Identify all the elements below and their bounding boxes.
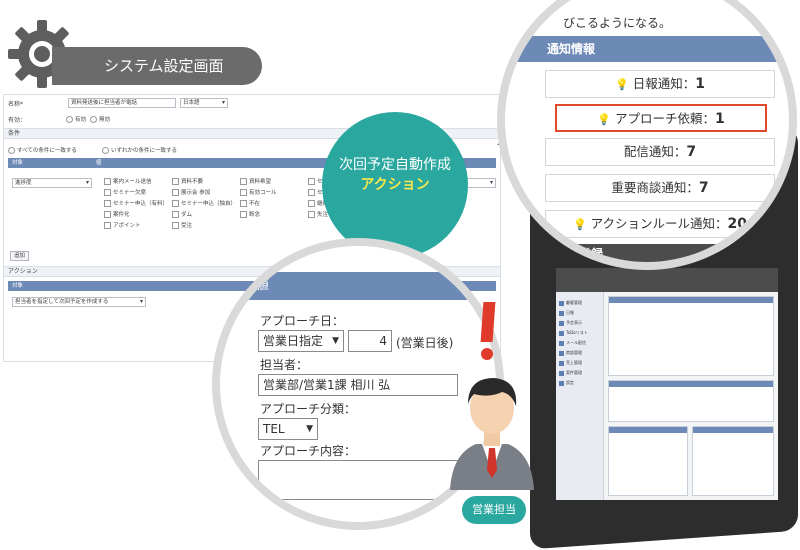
- notification-top-text: びこるようになる。: [563, 16, 672, 30]
- condition-checkbox[interactable]: 失注: [308, 210, 328, 218]
- condition-checkbox[interactable]: アポイント: [104, 221, 141, 229]
- match-any-radio[interactable]: いずれかの条件に一致する: [102, 146, 177, 154]
- name-input[interactable]: 資料発送後に担当者が電話: [68, 98, 176, 108]
- condition-checkbox[interactable]: 有効コール: [240, 188, 277, 196]
- tablet-panel-right: [692, 426, 774, 496]
- tablet-sidebar-item[interactable]: 案件管理: [559, 370, 582, 376]
- condition-checkbox[interactable]: 断念: [240, 210, 260, 218]
- owner-label: 担当者：: [260, 358, 309, 372]
- notification-item[interactable]: 重要商談通知：7: [545, 174, 775, 202]
- action-col-target: 対象: [12, 283, 24, 289]
- condition-checkbox[interactable]: 資料希望: [240, 177, 271, 185]
- notification-label: アクションルール通知：: [590, 216, 728, 231]
- notification-count: 1: [695, 76, 705, 92]
- page-title: システム設定画面: [52, 47, 262, 85]
- value-header: 値: [220, 272, 496, 300]
- condition-checkbox[interactable]: 資料不要: [172, 177, 203, 185]
- condition-checkbox[interactable]: 受注: [172, 221, 192, 229]
- approach-date-select[interactable]: 営業日指定: [258, 330, 344, 352]
- notification-item[interactable]: 💡 日報通知：1: [545, 70, 775, 98]
- notification-item[interactable]: 💡 アプローチ依頼：1: [555, 104, 767, 132]
- approach-content-label: アプローチ内容：: [260, 444, 357, 458]
- bubble-title: 次回予定自動作成: [339, 157, 451, 173]
- approach-days-input[interactable]: 4: [348, 330, 392, 352]
- match-all-radio[interactable]: すべての条件に一致する: [8, 146, 77, 154]
- tablet-screen: 顧客管理日報予定表示 ToDoリスト メール配信商談管理売上管理案件管理設定: [556, 268, 778, 500]
- tablet-panel-list: [608, 380, 774, 422]
- tablet-sidebar: 顧客管理日報予定表示 ToDoリスト メール配信商談管理売上管理案件管理設定: [556, 292, 604, 500]
- valid-radio-off[interactable]: 無効: [90, 115, 110, 123]
- tablet-sidebar-item[interactable]: メール配信: [559, 340, 586, 346]
- condition-checkbox[interactable]: セミナー申込（独自）: [172, 199, 236, 207]
- role-badge: 営業担当: [462, 496, 526, 524]
- condition-checkbox[interactable]: 展示会 参加: [172, 188, 210, 196]
- condition-checkbox[interactable]: ダム: [172, 210, 192, 218]
- condition-checkbox[interactable]: セミナー欠席: [104, 188, 146, 196]
- tablet-sidebar-item[interactable]: ToDoリスト: [559, 330, 588, 336]
- tablet-sidebar-item[interactable]: 設定: [559, 380, 574, 386]
- condition-checkbox[interactable]: 不在: [240, 199, 260, 207]
- notification-label: 日報通知：: [632, 76, 696, 91]
- col-value: 値: [96, 160, 102, 166]
- notification-count: 20: [727, 216, 748, 232]
- owner-input[interactable]: 営業部/営業1課 相川 弘: [258, 374, 458, 396]
- name-label: 名称*: [8, 101, 24, 108]
- lightbulb-icon: 💡: [615, 78, 629, 91]
- exclamation-dot: [481, 348, 493, 360]
- notification-label: 重要商談通知：: [611, 180, 699, 195]
- approach-days-unit: (営業日後): [396, 336, 454, 350]
- tablet-panel-notify: [608, 296, 774, 376]
- target-select[interactable]: 進捗度: [12, 178, 92, 188]
- salesperson-avatar: [450, 378, 534, 490]
- notification-count: 7: [698, 180, 709, 196]
- valid-label: 有効：: [8, 117, 27, 124]
- notification-count: 7: [686, 144, 697, 160]
- tablet-sidebar-item[interactable]: 売上管理: [559, 360, 582, 366]
- language-select[interactable]: 日本語: [180, 98, 228, 108]
- approach-type-select[interactable]: TEL: [258, 418, 318, 440]
- add-button[interactable]: 追加: [10, 251, 30, 261]
- tablet-panel-left: [608, 426, 688, 496]
- notification-item[interactable]: 💡 アクションルール通知：20: [545, 210, 775, 238]
- lightbulb-icon: 💡: [597, 113, 611, 126]
- tablet-sidebar-item[interactable]: 日報: [559, 310, 574, 316]
- notification-header: 通知情報: [505, 36, 789, 62]
- tablet-sidebar-item[interactable]: 顧客管理: [559, 300, 582, 306]
- tablet-header: [556, 268, 778, 292]
- approach-type-label: アプローチ分類：: [260, 402, 357, 416]
- approach-date-label: アプローチ日：: [260, 314, 345, 328]
- condition-checkbox[interactable]: セミナー申込（有料）: [104, 199, 168, 207]
- tablet-sidebar-item[interactable]: 商談管理: [559, 350, 582, 356]
- valid-radio-on[interactable]: 有効: [66, 115, 86, 123]
- condition-checkbox[interactable]: 案件化: [104, 210, 130, 218]
- notification-item[interactable]: 配信通知：7: [545, 138, 775, 166]
- action-select[interactable]: 担当者を指定して次回予定を作成する: [12, 297, 146, 307]
- bubble-subtitle: アクション: [360, 177, 430, 193]
- notification-count: 1: [714, 111, 725, 127]
- tablet-sidebar-item[interactable]: 予定表示: [559, 320, 582, 326]
- lightbulb-icon: 💡: [572, 218, 587, 231]
- condition-checkbox[interactable]: 案内メール送信: [104, 177, 152, 185]
- notification-label: 配信通知：: [623, 144, 687, 159]
- col-target: 対象: [12, 160, 24, 166]
- notification-label: アプローチ依頼：: [614, 111, 715, 126]
